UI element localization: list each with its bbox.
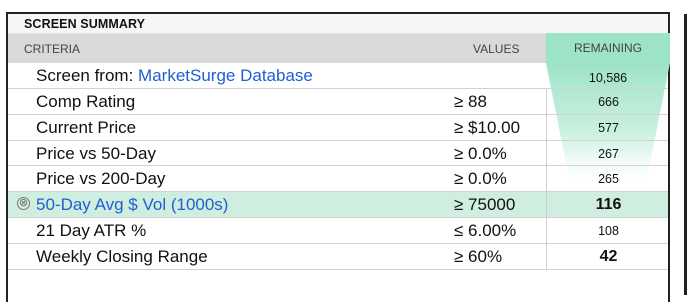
criterion-remaining: 42 bbox=[546, 243, 670, 269]
criterion-value: ≤ 6.00% bbox=[454, 220, 517, 240]
criterion-row-selected[interactable]: ⊗ 50-Day Avg $ Vol (1000s) ≥ 75000 116 bbox=[8, 192, 668, 218]
criterion-row[interactable]: Comp Rating ≥ 88 666 bbox=[8, 89, 668, 115]
criterion-row[interactable]: Price vs 200-Day ≥ 0.0% 265 bbox=[8, 166, 670, 193]
criterion-remaining: 116 bbox=[546, 192, 670, 217]
criterion-label: Weekly Closing Range bbox=[36, 246, 208, 266]
database-link[interactable]: MarketSurge Database bbox=[138, 66, 313, 85]
criterion-row[interactable]: Current Price ≥ $10.00 577 bbox=[8, 114, 670, 141]
criterion-value: ≥ 0.0% bbox=[454, 169, 507, 189]
criterion-remaining: 267 bbox=[546, 140, 670, 166]
column-header-values: VALUES bbox=[473, 42, 520, 56]
panel-title: SCREEN SUMMARY bbox=[8, 14, 668, 34]
source-prefix: Screen from: bbox=[36, 66, 139, 85]
criterion-value: ≥ $10.00 bbox=[454, 117, 521, 137]
criterion-label: Current Price bbox=[36, 117, 137, 137]
criterion-label: 50-Day Avg $ Vol (1000s) bbox=[36, 195, 229, 215]
criterion-row[interactable]: Weekly Closing Range ≥ 60% 42 bbox=[8, 243, 670, 270]
criterion-label: Price vs 50-Day bbox=[36, 143, 156, 163]
criterion-label: 21 Day ATR % bbox=[36, 220, 147, 240]
criterion-row[interactable]: Price vs 50-Day ≥ 0.0% 267 bbox=[8, 140, 670, 167]
criterion-remaining: 666 bbox=[546, 89, 670, 114]
source-remaining: 10,586 bbox=[588, 71, 628, 85]
criterion-label: Price vs 200-Day bbox=[36, 169, 166, 189]
criterion-remaining: 577 bbox=[546, 114, 670, 140]
source-label: Screen from: MarketSurge Database bbox=[36, 66, 313, 86]
criterion-value: ≥ 0.0% bbox=[454, 143, 507, 163]
criteria-table: Screen from: MarketSurge Database 10,586… bbox=[8, 63, 670, 270]
criterion-remaining: 108 bbox=[546, 217, 670, 243]
criterion-value: ≥ 60% bbox=[454, 246, 503, 266]
column-header-criteria: CRITERIA bbox=[24, 42, 81, 56]
column-header-remaining: REMAINING bbox=[546, 33, 670, 64]
remove-criterion-icon[interactable]: ⊗ bbox=[17, 197, 30, 211]
criterion-value: ≥ 75000 bbox=[454, 195, 516, 215]
criterion-remaining: 265 bbox=[546, 166, 670, 192]
column-header-row: CRITERIA VALUES REMAINING bbox=[8, 33, 670, 64]
window-edge bbox=[684, 14, 687, 295]
criterion-row[interactable]: 21 Day ATR % ≤ 6.00% 108 bbox=[8, 217, 670, 244]
source-row: Screen from: MarketSurge Database 10,586 bbox=[8, 63, 668, 89]
screen-summary-panel: SCREEN SUMMARY CRITERIA VALUES REMAINING… bbox=[6, 12, 670, 302]
criterion-value: ≥ 88 bbox=[454, 92, 487, 111]
criterion-label: Comp Rating bbox=[36, 92, 136, 111]
